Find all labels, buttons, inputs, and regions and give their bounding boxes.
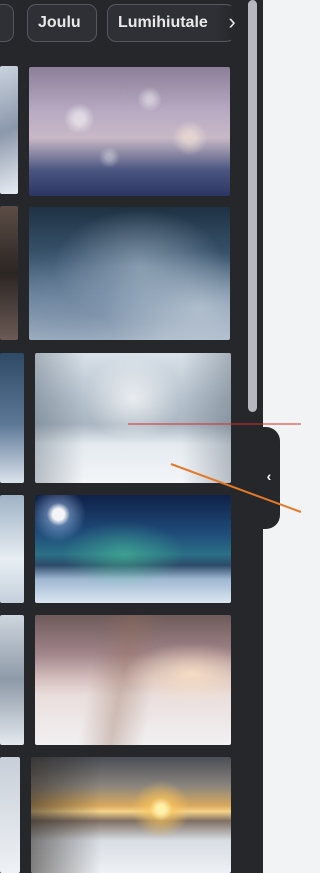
thumbnail-left-1[interactable] [0,66,18,194]
photo-frosted-branches[interactable] [29,207,230,340]
thumbnail-left-4[interactable] [0,495,24,603]
chevron-left-icon[interactable]: ‹ [258,427,280,529]
photo-sunset-snowfield[interactable] [31,757,231,873]
chevron-right-icon[interactable]: › [219,6,245,40]
thumbnail-left-3[interactable] [0,353,24,483]
chip-lumihiutale[interactable]: Lumihiutale [107,4,235,42]
photo-aurora-over-snow[interactable] [35,495,231,603]
chip-joulu[interactable]: Joulu [27,4,97,42]
chip-partial[interactable] [0,4,14,42]
scrollbar-thumb[interactable] [248,0,257,412]
thumbnail-left-6[interactable] [0,757,20,873]
photo-snow-bokeh[interactable] [29,67,230,196]
photo-snowy-forest-path[interactable] [35,353,231,483]
thumbnail-left-2[interactable] [0,206,18,340]
image-results-panel: Joulu Lumihiutale › [0,0,263,873]
photo-frosted-grass[interactable] [35,615,231,745]
thumbnail-left-5[interactable] [0,615,24,745]
